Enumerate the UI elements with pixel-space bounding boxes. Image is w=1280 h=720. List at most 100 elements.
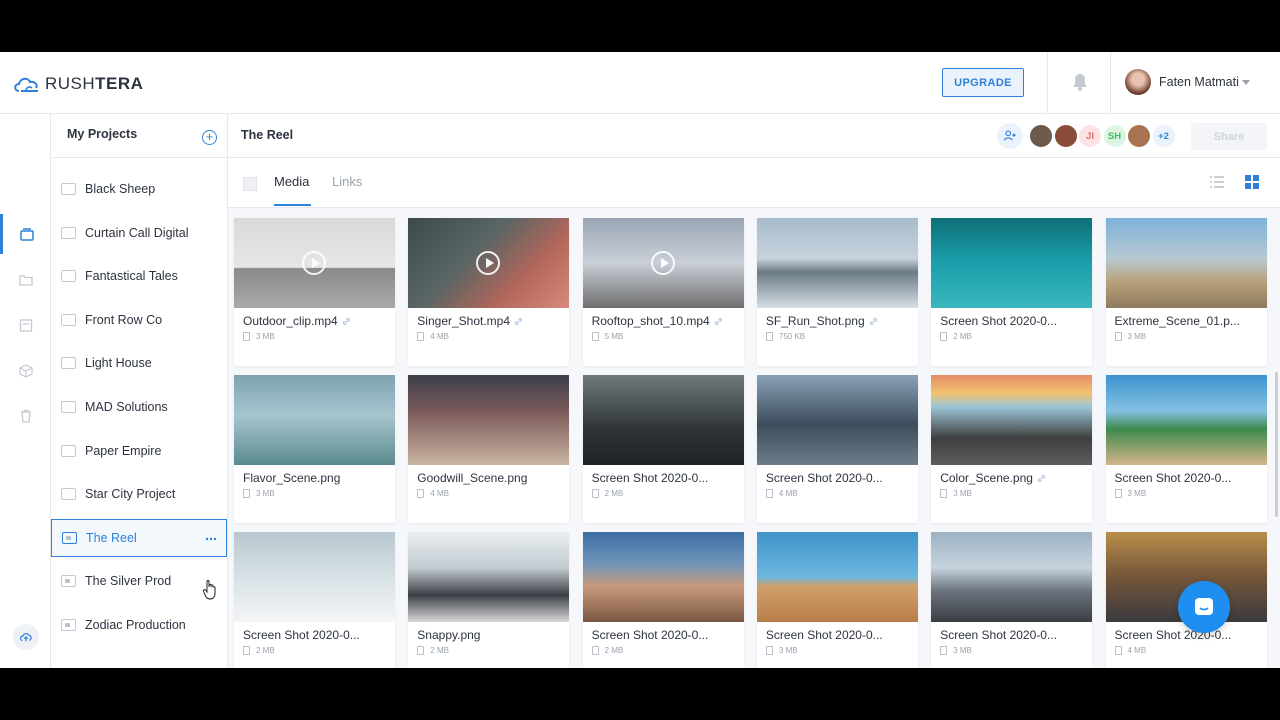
play-icon[interactable] [476, 251, 501, 275]
file-size: 4 MB [778, 489, 798, 498]
file-size: 2 MB [604, 646, 624, 655]
project-item[interactable]: Fantastical Tales [51, 257, 227, 295]
media-thumbnail[interactable] [408, 532, 570, 622]
rail-box[interactable] [0, 351, 51, 391]
add-project-button[interactable]: + [202, 130, 217, 145]
media-card[interactable]: Flavor_Scene.png 3 MB [234, 375, 395, 523]
file-meta: 2 MB [940, 332, 972, 341]
play-icon[interactable] [650, 251, 675, 275]
link-icon[interactable] [1037, 474, 1046, 483]
media-card[interactable]: Screen Shot 2020-0... 2 MB [582, 375, 744, 523]
project-label: Black Sheep [85, 182, 156, 196]
upgrade-button[interactable]: UPGRADE [942, 68, 1024, 97]
media-thumbnail[interactable] [582, 218, 744, 308]
rail-calendar[interactable] [0, 305, 51, 345]
media-thumbnail[interactable] [582, 375, 744, 465]
rail-projects[interactable] [0, 214, 51, 254]
project-item[interactable]: The Silver Prod [51, 562, 227, 600]
upload-button[interactable] [13, 624, 39, 650]
media-card[interactable]: Screen Shot 2020-0... 3 MB [1105, 375, 1267, 523]
project-item[interactable]: Black Sheep [51, 170, 227, 208]
link-icon[interactable] [869, 317, 878, 326]
media-thumbnail[interactable] [931, 375, 1093, 465]
cloud-logo-icon [14, 77, 38, 92]
media-card[interactable]: Goodwill_Scene.png 4 MB [408, 375, 570, 523]
collaborator-avatar[interactable]: JI [1077, 123, 1103, 149]
document-icon [591, 489, 599, 498]
media-thumbnail[interactable] [931, 218, 1093, 308]
media-card[interactable]: Screen Shot 2020-0... 4 MB [756, 375, 918, 523]
select-all-checkbox[interactable] [243, 177, 257, 191]
project-item[interactable]: Star City Project [51, 475, 227, 513]
media-card[interactable]: Screen Shot 2020-0... 2 MB [234, 532, 395, 668]
media-thumbnail[interactable] [408, 375, 570, 465]
link-icon[interactable] [342, 317, 351, 326]
media-card[interactable]: Screen Shot 2020-0... 3 MB [931, 532, 1093, 668]
media-card[interactable]: Extreme_Scene_01.p... 3 MB [1105, 218, 1267, 366]
file-name: Extreme_Scene_01.p... [1114, 314, 1240, 328]
media-thumbnail[interactable] [582, 532, 744, 622]
project-label: Front Row Co [85, 312, 163, 327]
media-thumbnail[interactable] [234, 218, 395, 308]
logo[interactable]: RUSHTERA [12, 72, 143, 96]
media-card[interactable]: Snappy.png 2 MB [408, 532, 570, 668]
collaborator-avatar[interactable] [1028, 123, 1054, 149]
tab-links[interactable]: Links [332, 174, 362, 189]
share-button[interactable]: Share [1191, 123, 1267, 150]
project-item[interactable]: MAD Solutions [51, 388, 227, 426]
link-icon[interactable] [714, 317, 723, 326]
tab-media[interactable]: Media [274, 174, 309, 189]
file-name: Screen Shot 2020-0... [765, 628, 883, 642]
file-size: 3 MB [778, 646, 798, 655]
invite-user-button[interactable] [997, 123, 1023, 149]
collaborator-avatar[interactable]: +2 [1150, 123, 1177, 149]
file-name: Screen Shot 2020-0... [940, 628, 1057, 642]
grid-view-icon[interactable] [1245, 175, 1259, 189]
user-name[interactable]: Faten Matmati [1159, 75, 1239, 89]
media-card[interactable]: SF_Run_Shot.png 750 KB [756, 218, 918, 366]
project-item[interactable]: The Reel [51, 518, 227, 557]
project-item[interactable]: Paper Empire [51, 432, 227, 470]
media-card[interactable]: Outdoor_clip.mp4 3 MB [234, 218, 395, 366]
media-thumbnail[interactable] [1105, 218, 1267, 308]
bell-icon[interactable] [1071, 72, 1089, 92]
media-card[interactable]: Screen Shot 2020-0... 3 MB [756, 532, 918, 668]
link-icon[interactable] [514, 317, 523, 326]
project-label: Paper Empire [85, 443, 162, 458]
media-thumbnail[interactable] [756, 218, 918, 308]
collaborator-avatar[interactable] [1052, 123, 1079, 149]
more-options-icon[interactable] [204, 532, 218, 546]
media-card[interactable]: Screen Shot 2020-0... 2 MB [582, 532, 744, 668]
collaborator-avatar[interactable]: SH [1101, 123, 1128, 149]
document-icon [591, 332, 599, 341]
project-item[interactable]: Front Row Co [51, 301, 227, 339]
media-thumbnail[interactable] [234, 375, 395, 465]
file-meta: 4 MB [417, 332, 449, 341]
media-card[interactable]: Color_Scene.png 3 MB [931, 375, 1093, 523]
collaborator-avatar[interactable] [1126, 123, 1152, 149]
rail-trash[interactable] [0, 396, 51, 436]
media-thumbnail[interactable] [408, 218, 570, 308]
chat-button[interactable] [1178, 581, 1230, 633]
media-thumbnail[interactable] [1105, 375, 1267, 465]
play-icon[interactable] [302, 251, 326, 275]
project-item[interactable]: Zodiac Production [51, 606, 227, 644]
media-card[interactable]: Rooftop_shot_10.mp4 5 MB [582, 218, 744, 366]
rail-folders[interactable] [0, 260, 51, 300]
scrollbar[interactable] [1275, 372, 1278, 517]
media-card[interactable]: Singer_Shot.mp4 4 MB [408, 218, 570, 366]
project-item[interactable]: Light House [51, 344, 227, 382]
document-icon [940, 489, 948, 498]
user-avatar[interactable] [1125, 69, 1151, 95]
list-view-icon[interactable] [1209, 175, 1225, 189]
chevron-down-icon[interactable] [1242, 80, 1250, 85]
media-thumbnail[interactable] [234, 532, 395, 622]
media-card[interactable]: Screen Shot 2020-0... 2 MB [931, 218, 1093, 366]
project-title: The Reel [241, 128, 294, 142]
project-item[interactable]: Curtain Call Digital [51, 214, 227, 252]
project-header-bar: The Reel JI SH +2 Share [228, 114, 1280, 158]
project-icon [61, 619, 76, 631]
media-thumbnail[interactable] [756, 375, 918, 465]
media-thumbnail[interactable] [931, 532, 1093, 622]
media-thumbnail[interactable] [756, 532, 918, 622]
